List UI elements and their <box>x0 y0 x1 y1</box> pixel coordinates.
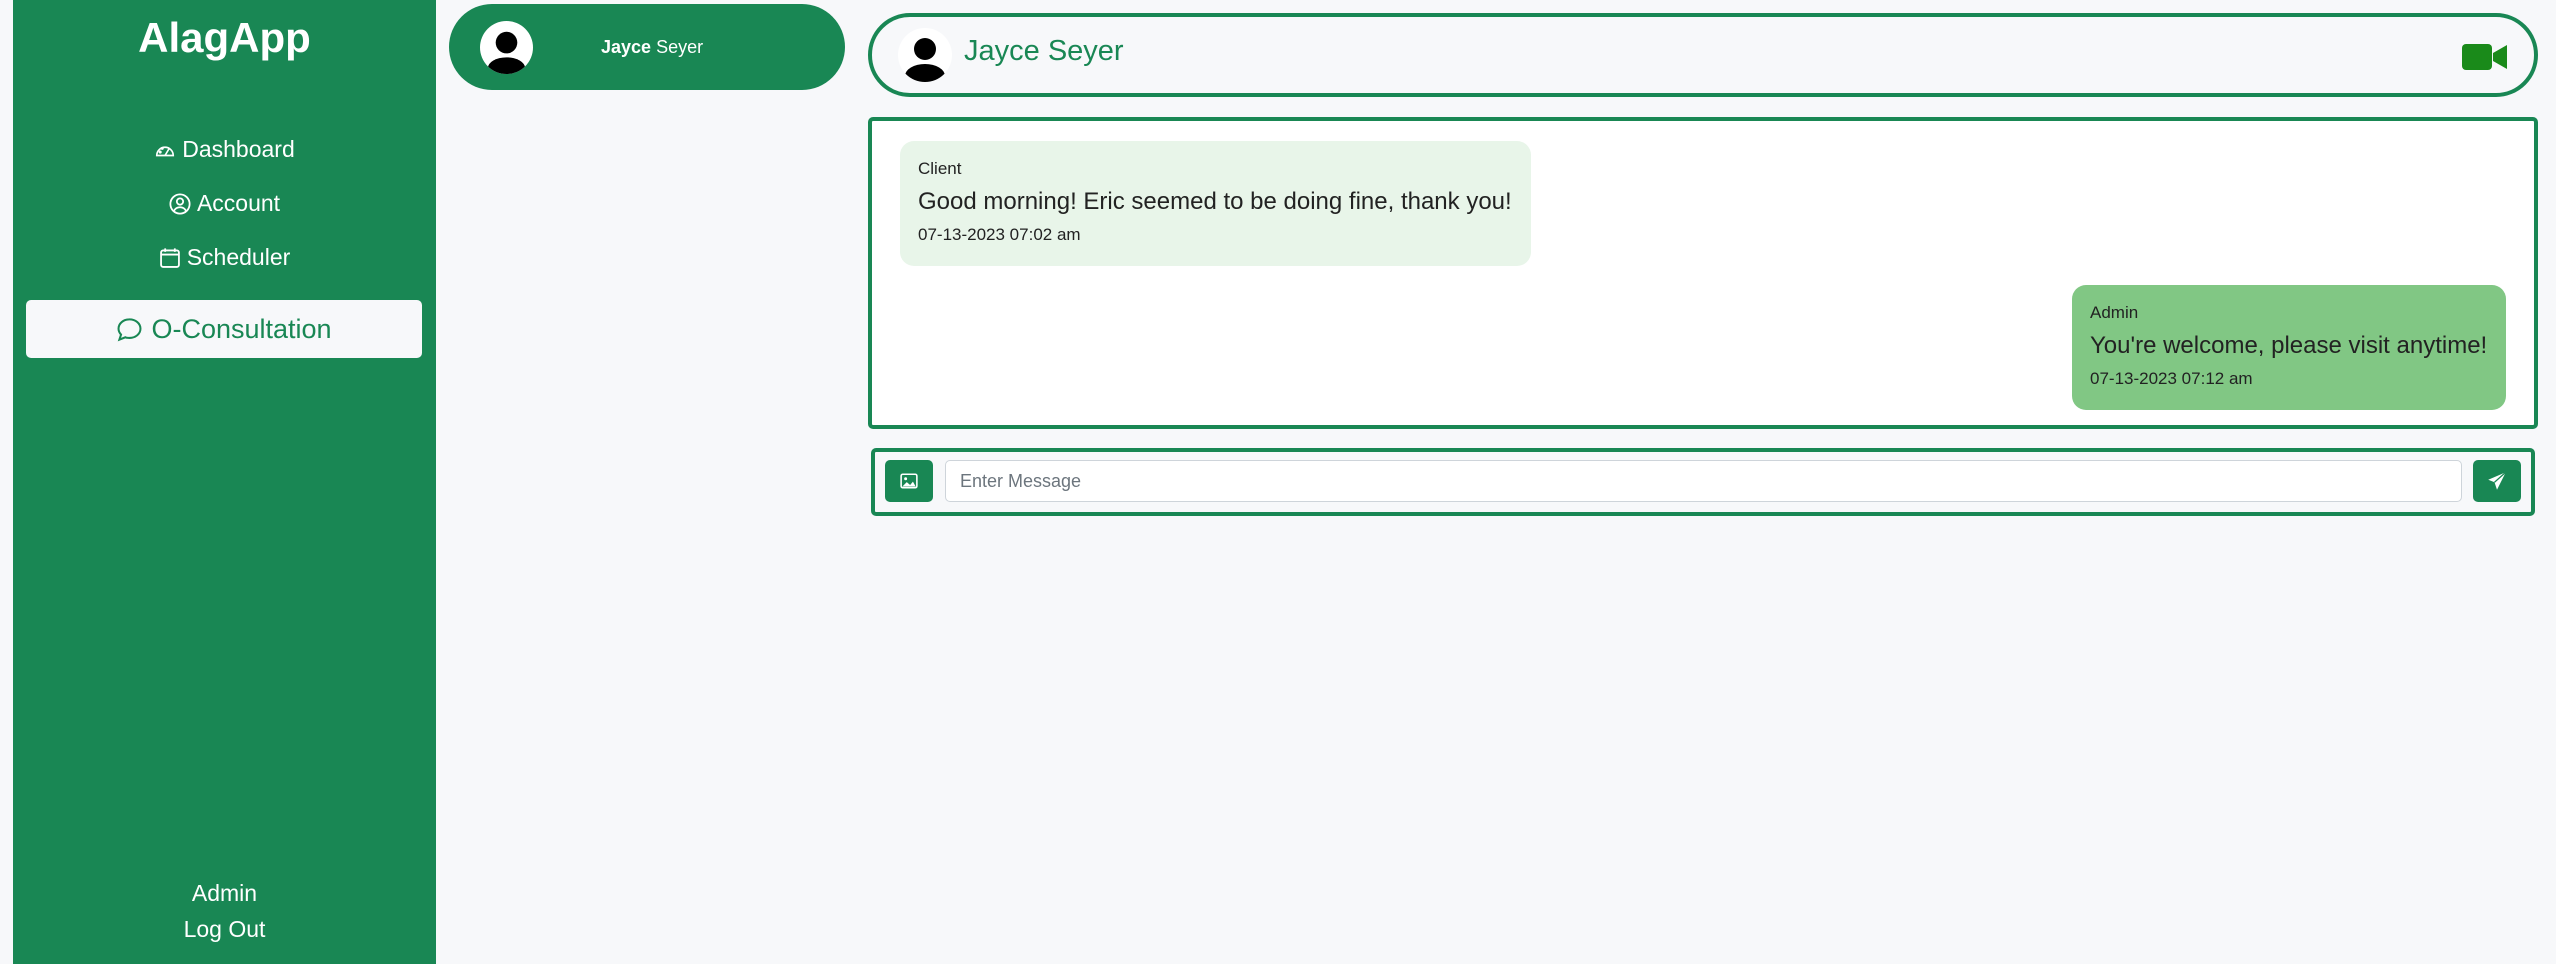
speedometer-icon <box>156 146 175 156</box>
send-button[interactable] <box>2473 460 2521 502</box>
current-user-name: Admin <box>191 880 258 906</box>
sidebar-item-label: Scheduler <box>186 244 291 270</box>
message-timestamp: 07-13-2023 07:12 am <box>2090 369 2253 388</box>
message-input[interactable] <box>945 460 2462 502</box>
user-avatar-icon <box>480 21 533 74</box>
brand-logo[interactable]: AlagApp <box>13 14 436 62</box>
attach-image-button[interactable] <box>885 460 933 502</box>
sidebar-item-account[interactable]: Account <box>13 190 436 217</box>
message-bubble-admin: Admin You're welcome, please visit anyti… <box>2072 285 2506 410</box>
calendar-icon <box>159 247 180 268</box>
sidebar-item-label: Dashboard <box>182 136 295 162</box>
message-sender: Client <box>918 159 962 178</box>
contact-name: Jayce Seyer <box>601 37 703 58</box>
sidebar-item-o-consultation[interactable]: O-Consultation <box>26 300 422 358</box>
message-bubble-client: Client Good morning! Eric seemed to be d… <box>900 141 1531 266</box>
user-avatar-icon <box>898 28 952 82</box>
chat-contact-name: Jayce Seyer <box>964 35 1124 67</box>
sidebar-item-label: O-Consultation <box>151 313 332 344</box>
message-panel: Client Good morning! Eric seemed to be d… <box>868 117 2538 429</box>
person-circle-icon <box>169 192 191 215</box>
contact-first-name: Jayce <box>601 37 652 57</box>
message-timestamp: 07-13-2023 07:02 am <box>918 225 1081 244</box>
sidebar-item-scheduler[interactable]: Scheduler <box>13 244 436 271</box>
send-icon <box>2488 471 2507 490</box>
logout-link[interactable]: Log Out <box>13 916 436 943</box>
contact-list-item[interactable]: Jayce Seyer <box>449 4 845 90</box>
contact-last-name: Seyer <box>656 37 704 57</box>
video-camera-icon[interactable] <box>2462 42 2508 72</box>
message-text: You're welcome, please visit anytime! <box>2090 332 2488 359</box>
sidebar: AlagApp Dashboard Account Scheduler O-Co… <box>13 0 436 964</box>
chat-header: Jayce Seyer <box>868 13 2538 97</box>
message-sender: Admin <box>2090 303 2139 322</box>
message-text: Good morning! Eric seemed to be doing fi… <box>918 188 1512 215</box>
sidebar-item-label: Account <box>196 190 281 216</box>
sidebar-item-dashboard[interactable]: Dashboard <box>13 136 436 163</box>
chat-bubble-icon <box>117 317 142 341</box>
message-composer <box>871 448 2535 516</box>
image-icon <box>900 473 918 489</box>
